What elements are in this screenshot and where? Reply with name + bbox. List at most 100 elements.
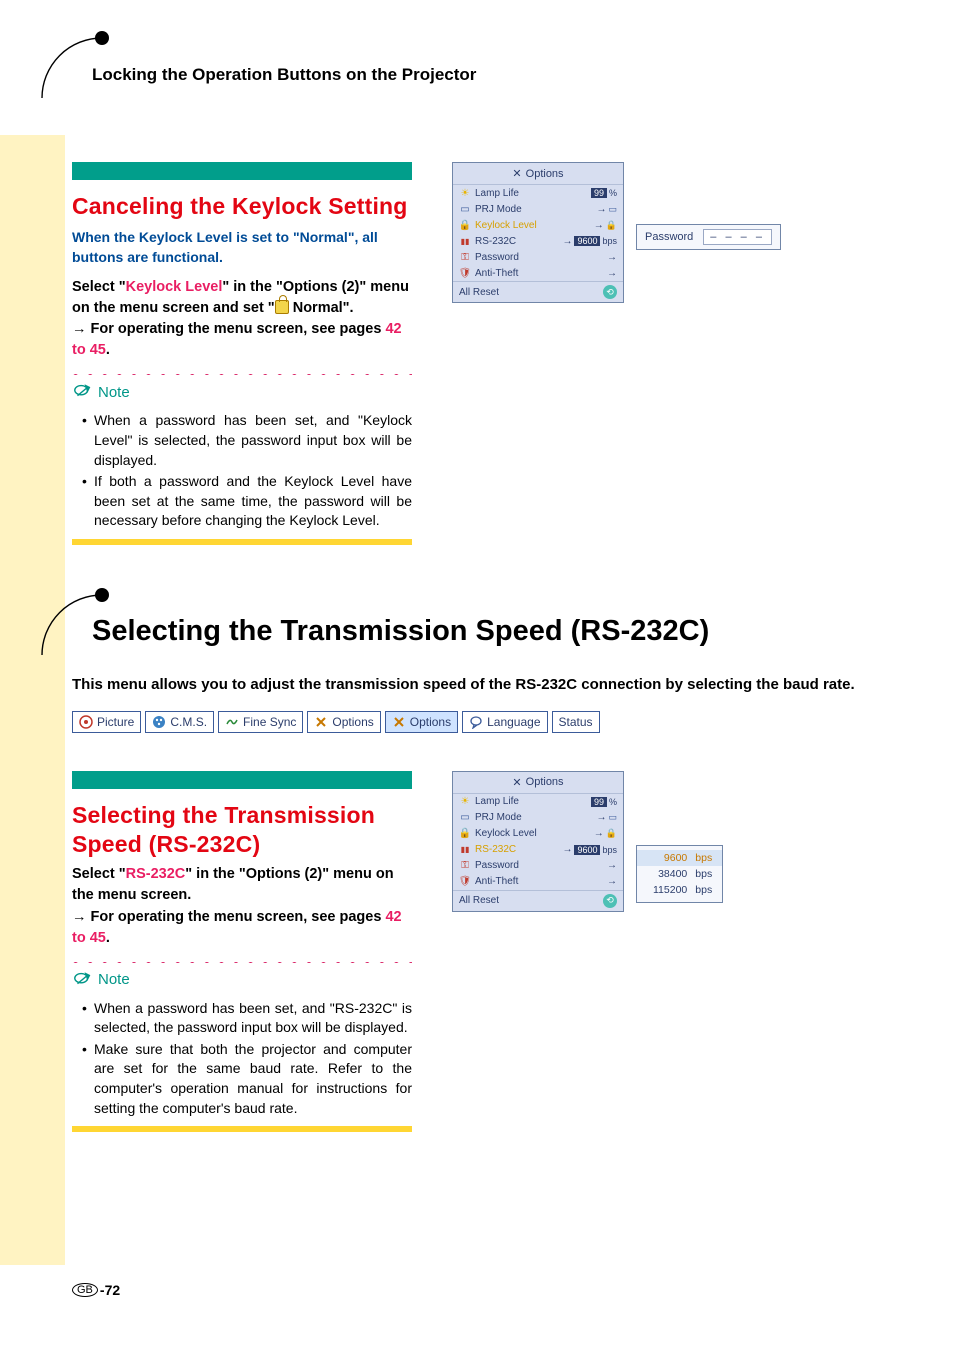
tab-cms[interactable]: C.M.S. xyxy=(145,711,214,733)
heading-select-rs232c: Selecting the Transmission Speed (RS-232… xyxy=(72,801,412,859)
unit: % xyxy=(609,797,617,807)
osd-label: Lamp Life xyxy=(475,188,587,199)
tab-language[interactable]: Language xyxy=(462,711,547,733)
osd-row-lamp-life[interactable]: ☀ Lamp Life 99 % xyxy=(453,794,623,810)
bps-unit: bps xyxy=(695,852,712,864)
tab-label: Language xyxy=(487,715,540,729)
osd-row-prj-mode[interactable]: ▭ PRJ Mode →▭ xyxy=(453,810,623,826)
osd-value: 9600 xyxy=(574,845,600,855)
text: → For operating the menu screen, see pag… xyxy=(72,909,385,925)
lamp-icon: ☀ xyxy=(459,187,471,199)
osd-options-menu: ✕ Options ☀ Lamp Life 99 % ▭ PRJ Mode →▭ xyxy=(452,771,624,912)
heading-transmission-speed: Selecting the Transmission Speed (RS-232… xyxy=(92,615,894,648)
tab-label: C.M.S. xyxy=(170,715,207,729)
lock-icon: 🔒 xyxy=(606,828,617,839)
tab-options-2[interactable]: Options xyxy=(385,711,458,733)
heading-cancel-keylock: Canceling the Keylock Setting xyxy=(72,192,412,221)
key-icon: ⚿ xyxy=(459,251,471,263)
osd-label: RS-232C xyxy=(475,236,558,247)
bps-option[interactable]: 9600 bps xyxy=(637,850,722,866)
arrow-icon: → xyxy=(594,220,604,231)
osd-row-antitheft[interactable]: 🛡 Anti-Theft → xyxy=(453,874,623,890)
note-icon xyxy=(72,381,94,403)
shield-icon: 🛡 xyxy=(459,267,471,279)
osd-row-keylock[interactable]: 🔒 Keylock Level → 🔒 xyxy=(453,826,623,842)
note-header: Note xyxy=(72,969,412,991)
list-item: When a password has been set, and "RS-23… xyxy=(84,999,412,1038)
text: . xyxy=(106,930,110,946)
tab-label: Fine Sync xyxy=(243,715,296,729)
bps-value: 38400 xyxy=(658,868,687,880)
dotted-separator: ● ● ● ● ● ● ● ● ● ● ● ● ● ● ● ● ● ● ● ● … xyxy=(72,957,412,963)
note-header: Note xyxy=(72,381,412,403)
osd-row-rs232c[interactable]: ▮▮ RS-232C →9600 bps xyxy=(453,842,623,858)
osd-label: Password xyxy=(475,252,603,263)
page-number-value: -72 xyxy=(100,1282,120,1298)
bps-option[interactable]: 115200 bps xyxy=(637,882,722,898)
osd-value: 99 xyxy=(591,188,607,198)
cross-reference: → For operating the menu screen, see pag… xyxy=(72,319,412,361)
tools-icon xyxy=(392,715,406,729)
osd-row-antitheft[interactable]: 🛡 Anti-Theft → xyxy=(453,265,623,281)
lock-icon: 🔒 xyxy=(459,219,471,231)
bps-option[interactable]: 38400 bps xyxy=(637,866,722,882)
tab-status[interactable]: Status xyxy=(552,711,600,733)
lock-icon: 🔒 xyxy=(459,828,471,840)
list-item: When a password has been set, and "Keylo… xyxy=(84,411,412,470)
tab-finesync[interactable]: Fine Sync xyxy=(218,711,303,733)
shield-icon: 🛡 xyxy=(459,876,471,888)
note-label: Note xyxy=(98,971,130,988)
osd-options-menu: ✕ Options ☀ Lamp Life 99 % ▭ PRJ Mode →▭ xyxy=(452,162,624,303)
bps-unit: bps xyxy=(695,868,712,880)
instruction-text: Select "Keylock Level" in the "Options (… xyxy=(72,277,412,319)
osd-title-text: Options xyxy=(526,776,564,788)
osd-reset-label: All Reset xyxy=(459,287,499,298)
note-list: When a password has been set, and "Keylo… xyxy=(72,411,412,531)
cross-reference: → For operating the menu screen, see pag… xyxy=(72,907,412,949)
screen-icon: ▭ xyxy=(608,812,617,823)
unit: % xyxy=(609,188,617,198)
note-list: When a password has been set, and "RS-23… xyxy=(72,999,412,1119)
text: Select " xyxy=(72,866,126,882)
osd-row-lamp-life[interactable]: ☀ Lamp Life 99 % xyxy=(453,185,623,201)
tab-options-1[interactable]: Options xyxy=(307,711,380,733)
tab-picture[interactable]: Picture xyxy=(72,711,141,733)
osd-row-keylock[interactable]: 🔒 Keylock Level → 🔒 xyxy=(453,217,623,233)
intro-transmission-speed: This menu allows you to adjust the trans… xyxy=(72,674,894,695)
section-divider xyxy=(72,771,412,789)
osd-row-password[interactable]: ⚿ Password → xyxy=(453,858,623,874)
tools-icon: ✕ xyxy=(512,167,521,180)
osd-title: ✕ Options xyxy=(453,163,623,185)
osd-label: Password xyxy=(475,860,603,871)
osd-title: ✕ Options xyxy=(453,772,623,794)
list-item: If both a password and the Keylock Level… xyxy=(84,472,412,531)
tools-icon xyxy=(314,715,328,729)
picture-icon xyxy=(79,715,93,729)
osd-row-rs232c[interactable]: ▮▮ RS-232C →9600 bps xyxy=(453,233,623,249)
sync-icon xyxy=(225,715,239,729)
arrow-icon: → xyxy=(607,268,617,279)
list-item: Make sure that both the projector and co… xyxy=(84,1040,412,1118)
screen-icon: ▭ xyxy=(608,204,617,215)
osd-label: PRJ Mode xyxy=(475,812,592,823)
region-badge: GB xyxy=(72,1283,98,1297)
speech-icon xyxy=(469,715,483,729)
text: Select " xyxy=(72,279,126,295)
link-rs232c[interactable]: RS-232C xyxy=(126,866,186,882)
unit: bps xyxy=(602,236,617,246)
page-title: Locking the Operation Buttons on the Pro… xyxy=(92,65,476,85)
password-popup: Password – – – – xyxy=(636,224,781,250)
section-divider xyxy=(72,162,412,180)
link-keylock-level[interactable]: Keylock Level xyxy=(126,279,223,295)
arrow-icon: → xyxy=(596,204,606,215)
osd-row-prj-mode[interactable]: ▭ PRJ Mode →▭ xyxy=(453,201,623,217)
osd-row-password[interactable]: ⚿ Password → xyxy=(453,249,623,265)
password-field[interactable]: – – – – xyxy=(703,229,772,245)
osd-label: PRJ Mode xyxy=(475,204,592,215)
dotted-separator: ● ● ● ● ● ● ● ● ● ● ● ● ● ● ● ● ● ● ● ● … xyxy=(72,369,412,375)
bps-submenu: 9600 bps 38400 bps 115200 bps xyxy=(636,845,723,903)
osd-all-reset[interactable]: All Reset ⟲ xyxy=(453,890,623,911)
arrow-icon: → xyxy=(562,236,572,247)
port-icon: ▮▮ xyxy=(459,235,471,247)
osd-all-reset[interactable]: All Reset ⟲ xyxy=(453,281,623,302)
